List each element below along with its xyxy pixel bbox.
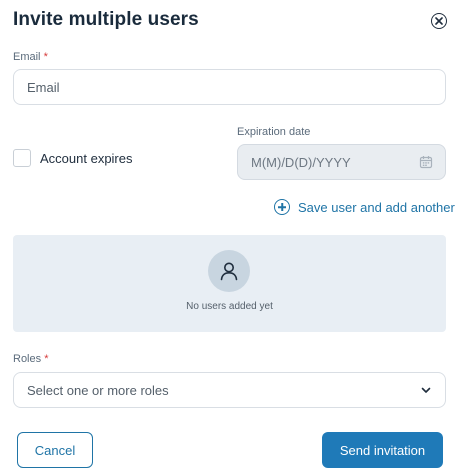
account-expires-checkbox[interactable] <box>13 149 31 167</box>
save-and-add-another-button[interactable]: Save user and add another <box>274 199 455 215</box>
roles-label: Roles * <box>13 353 48 365</box>
email-placeholder: Email <box>27 79 60 95</box>
roles-label-text: Roles <box>13 353 42 365</box>
plus-circle-icon <box>274 199 290 215</box>
email-label: Email * <box>13 51 48 63</box>
users-list-panel: No users added yet <box>13 235 446 332</box>
close-icon[interactable] <box>431 13 447 29</box>
cancel-button[interactable]: Cancel <box>17 432 93 468</box>
save-and-add-another-label: Save user and add another <box>298 199 455 215</box>
required-mark: * <box>44 353 49 365</box>
email-field[interactable]: Email <box>13 69 446 105</box>
account-expires-label: Account expires <box>40 151 133 166</box>
required-mark: * <box>43 51 48 63</box>
empty-state-text: No users added yet <box>186 301 273 312</box>
expiration-date-placeholder: M(M)/D(D)/YYYY <box>251 154 351 170</box>
dialog-title: Invite multiple users <box>13 9 199 30</box>
expiration-date-field: M(M)/D(D)/YYYY <box>237 144 446 180</box>
calendar-icon <box>419 156 433 169</box>
expiration-date-label: Expiration date <box>237 126 311 138</box>
user-icon <box>208 250 250 292</box>
chevron-down-icon <box>421 387 431 393</box>
email-label-text: Email <box>13 51 41 63</box>
send-invitation-button[interactable]: Send invitation <box>322 432 443 468</box>
roles-placeholder: Select one or more roles <box>27 382 169 398</box>
roles-select[interactable]: Select one or more roles <box>13 372 446 408</box>
